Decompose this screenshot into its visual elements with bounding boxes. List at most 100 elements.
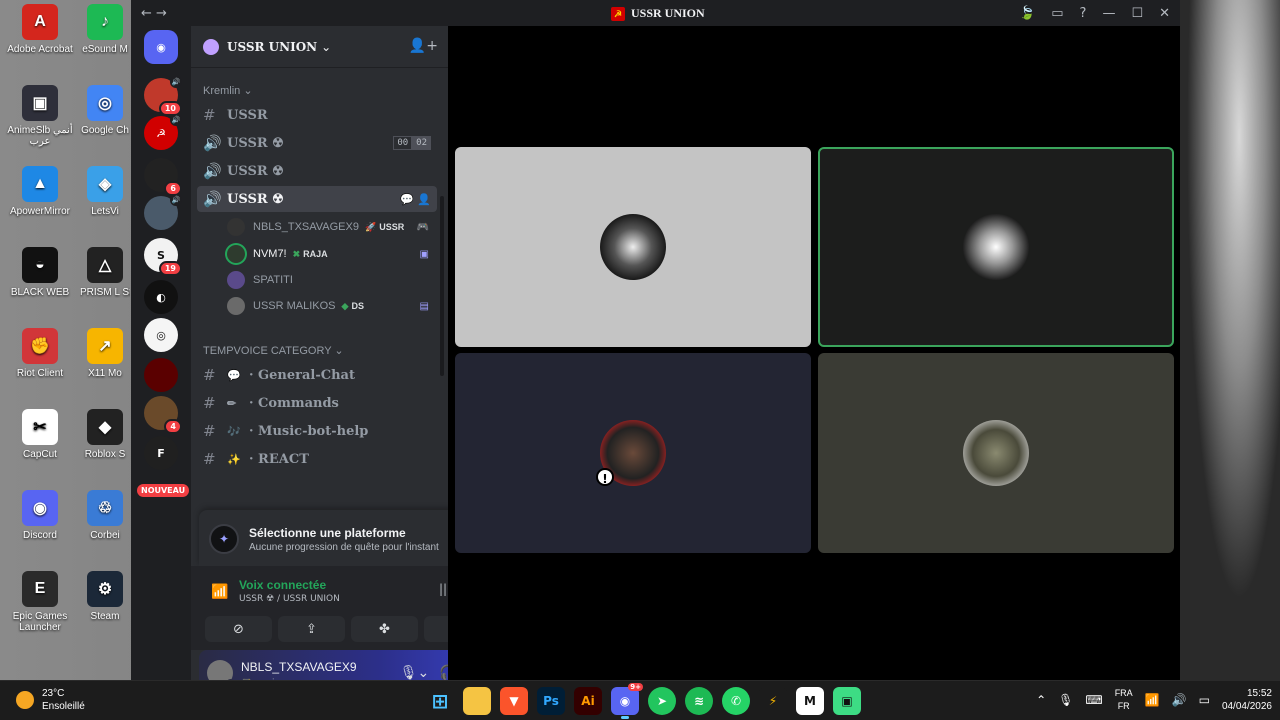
sidebar-scrollbar[interactable] (440, 196, 444, 376)
server-icon[interactable] (144, 358, 178, 392)
category-kremlin[interactable]: Kremlin ⌄ (203, 84, 253, 97)
photoshop-icon[interactable]: Ps (537, 687, 565, 715)
voice-user[interactable]: NVM7! ✖ RAJA ▣ (227, 242, 437, 266)
voice-user[interactable]: SPATITI (227, 268, 437, 292)
speaker-icon: 🔊 (203, 134, 222, 152)
video-tile[interactable] (818, 147, 1174, 347)
guild-name: USSR UNION (227, 39, 318, 54)
nav-arrows[interactable]: ← → (131, 6, 181, 21)
category-tempvoice[interactable]: TEMPVOICE CATEGORY ⌄ (203, 344, 344, 357)
app-m-icon[interactable]: M (796, 687, 824, 715)
desktop-icon[interactable]: A Adobe Acrobat (0, 4, 80, 55)
system-tray: ⌃ 🎙 ⌨ FRA FR 📶 🔊 ▭ 15:52 04/04/2026 (1036, 687, 1272, 713)
avatar (963, 420, 1029, 486)
server-icon[interactable]: 🔊 (144, 194, 182, 230)
app-yellow-icon[interactable]: ⚡ (759, 687, 787, 715)
voice-user[interactable]: USSR MALIKOS ◆ DS ▤ (227, 294, 437, 318)
clock[interactable]: 15:52 04/04/2026 (1222, 687, 1272, 713)
whatsapp-icon[interactable]: ✆ (722, 687, 750, 715)
server-icon[interactable]: ☭ 🔊 (144, 114, 182, 150)
desktop-icon[interactable]: △ PRISM L Studi (80, 247, 130, 298)
server-icon[interactable]: ◎ (144, 318, 178, 352)
file-explorer-icon[interactable] (463, 687, 491, 715)
weather-widget[interactable]: 23°C Ensoleillé (16, 687, 85, 713)
server-icon[interactable]: ◐ (144, 280, 178, 314)
discord-taskbar-icon[interactable]: ◉ 9+ (611, 683, 643, 719)
video-tile[interactable]: ! (455, 353, 811, 553)
server-icon[interactable]: F (144, 436, 178, 470)
inbox-icon[interactable]: ▭ (1051, 6, 1063, 21)
desktop-icon[interactable]: E Epic Games Launcher (0, 571, 80, 633)
app-icon: ▣ (22, 85, 58, 121)
app-android-icon[interactable]: ▣ (833, 687, 861, 715)
channel-name: · Commands (249, 395, 339, 411)
chevron-down-icon: ⌄ (321, 39, 332, 54)
desktop-icon-label: Riot Client (16, 368, 64, 379)
desktop-icon[interactable]: ▣ AnimeSlb أنمي عرب (0, 85, 80, 147)
text-channel[interactable]: # ✨ · REACT (197, 446, 437, 472)
video-tile[interactable] (455, 147, 811, 347)
chevron-up-icon[interactable]: ⌃ (1036, 693, 1046, 707)
desktop-icon-label: Corbei (90, 530, 120, 541)
desktop-icon-label: Google Ch (81, 125, 129, 136)
desktop-icon[interactable]: ⚙ Steam (80, 571, 130, 622)
guild-tag: 🚀 USSR (365, 222, 404, 233)
minimize-button[interactable]: — (1102, 6, 1115, 21)
invite-people-icon[interactable]: 👤+ (409, 38, 438, 54)
server-icon[interactable]: 6 (144, 158, 182, 196)
app-icon: ↗ (87, 328, 123, 364)
username[interactable]: NBLS_TXSAVAGEX9 (241, 660, 357, 674)
text-channel[interactable]: # USSR (197, 102, 437, 128)
activities-button[interactable]: ✤ (351, 616, 418, 642)
nitro-leaf-icon[interactable]: 🍃 (1019, 6, 1035, 21)
voice-user[interactable]: NBLS_TXSAVAGEX9 🚀 USSR 🎮 (227, 215, 437, 239)
guild-header[interactable]: USSR UNION ⌄ 👤+ (191, 26, 448, 68)
camera-off-button[interactable]: ⊘ (205, 616, 272, 642)
mic-tray-icon[interactable]: 🎙 (1058, 693, 1073, 707)
illustrator-icon[interactable]: Ai (574, 687, 602, 715)
desktop-icon[interactable]: ▲ ApowerMirror (0, 166, 80, 217)
voice-status[interactable]: Voix connectée (239, 578, 326, 592)
signal-icon[interactable]: 📶 (211, 584, 228, 600)
wifi-icon[interactable]: 📶 (1145, 693, 1160, 707)
hash-icon: # (203, 366, 216, 384)
desktop-icon[interactable]: ◆ Roblox S (80, 409, 130, 460)
desktop-icon[interactable]: ↗ X11 Mo (80, 328, 130, 379)
language-indicator[interactable]: FRA FR (1115, 687, 1133, 713)
desktop-icon[interactable]: ◉ Discord (0, 490, 80, 541)
voice-location[interactable]: USSR ☢ / USSR UNION (239, 594, 340, 604)
keyboard-icon[interactable]: ⌨ (1085, 693, 1102, 707)
video-tile[interactable] (818, 353, 1174, 553)
server-icon[interactable]: S 19 (144, 238, 182, 276)
user-limit-counter: 00 02 (393, 136, 431, 150)
desktop-icon[interactable]: ✊ Riot Client (0, 328, 80, 379)
desktop-icon[interactable]: ♪ eSound M (80, 4, 130, 55)
text-channel[interactable]: # 💬 · General-Chat (197, 362, 437, 388)
start-windows-icon[interactable]: ⊞ (426, 687, 454, 715)
desktop-icon[interactable]: ♲ Corbei (80, 490, 130, 541)
help-icon[interactable]: ? (1080, 6, 1087, 21)
volume-icon[interactable]: 🔊 (1172, 693, 1187, 707)
microphone-icon[interactable]: 🎙⌄ (400, 665, 430, 681)
desktop-icon[interactable]: ✂ CapCut (0, 409, 80, 460)
voice-channel[interactable]: 🔊 USSR ☢ (197, 158, 437, 184)
text-channel[interactable]: # 🎶 · Music-bot-help (197, 418, 437, 444)
desktop-icon[interactable]: ◒ BLACK WEB (0, 247, 80, 298)
voice-channel[interactable]: 🔊 USSR ☢ 💬 👤 (197, 186, 437, 212)
server-icon[interactable]: ◉ (144, 30, 178, 64)
desktop-icon[interactable]: ◎ Google Ch (80, 85, 130, 136)
app-green-icon[interactable]: ➤ (648, 687, 676, 715)
battery-icon[interactable]: ▭ (1199, 693, 1210, 707)
desktop-icon-label: Epic Games Launcher (12, 611, 68, 633)
server-icon[interactable]: 10 🔊 (144, 76, 182, 116)
server-icon[interactable]: 4 (144, 396, 182, 434)
text-channel[interactable]: # ✏ · Commands (197, 390, 437, 416)
close-button[interactable]: ✕ (1159, 6, 1170, 21)
screen-share-button[interactable]: ⇪ (278, 616, 345, 642)
channel-actions[interactable]: 💬 👤 (400, 193, 431, 206)
voice-channel[interactable]: 🔊 USSR ☢ 00 02 (197, 130, 437, 156)
maximize-button[interactable]: ☐ (1131, 6, 1143, 21)
spotify-icon[interactable]: ≋ (685, 687, 713, 715)
desktop-icon[interactable]: ◈ LetsVi (80, 166, 130, 217)
brave-icon[interactable]: ▼ (500, 687, 528, 715)
